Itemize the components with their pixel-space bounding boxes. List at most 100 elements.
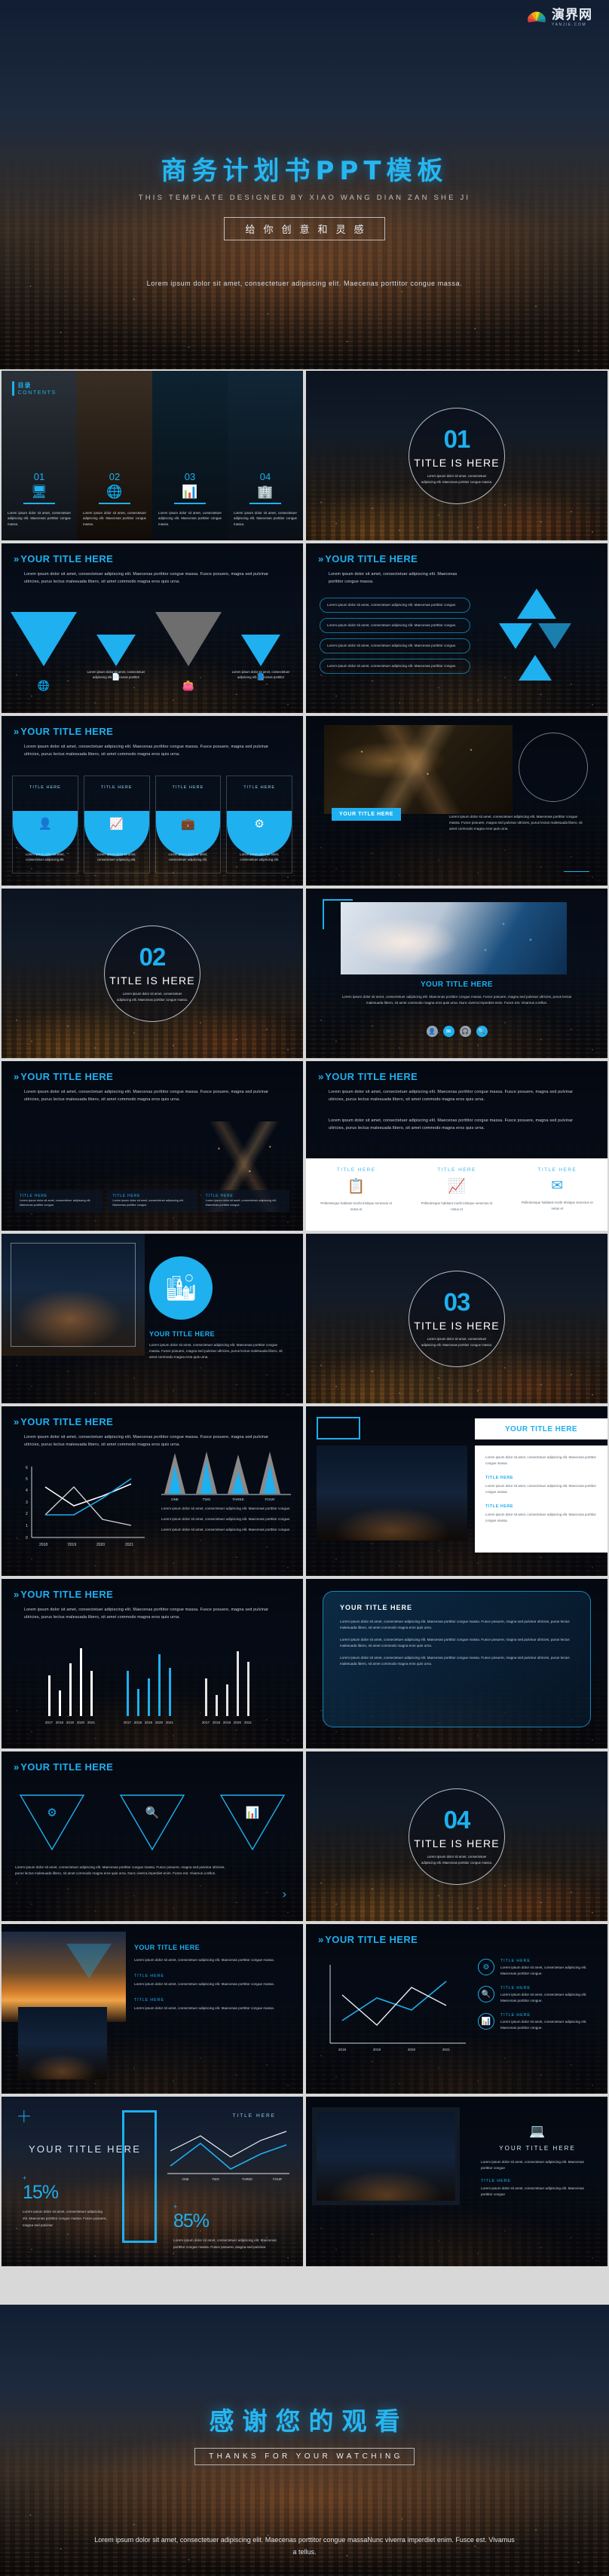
circle-icon-row[interactable]: ⚙ TITLE HERE Lorem ipsum dolor sit amet,… xyxy=(478,1959,597,1977)
contents-column[interactable]: 03 📊 Lorem ipsum dolor sit amet, consect… xyxy=(152,371,228,540)
slide-laptop-panel[interactable]: 💻 YOUR TITLE HERE Lorem ipsum dolor sit … xyxy=(306,2097,607,2266)
chevron-right-icon[interactable]: › xyxy=(283,1888,286,1901)
contents-text: Lorem ipsum dolor sit amet, consectetuer… xyxy=(234,510,297,526)
contents-column[interactable]: 04 🏢 Lorem ipsum dolor sit amet, consect… xyxy=(228,371,303,540)
report-icon: 📊 xyxy=(182,484,198,499)
bar-chart-group: 2017 2018 2019 2020 2021 2017 2018 2019 2020 2… xyxy=(45,1648,252,1724)
search-icon[interactable]: 🔍 xyxy=(476,1026,488,1037)
legend-note: Lorem ipsum dolor sit amet, consectetuer… xyxy=(161,1528,291,1532)
section-number: 03 xyxy=(443,1288,471,1317)
slide-grouped-bar-charts[interactable]: » YOUR TITLE HERE Lorem ipsum dolor sit … xyxy=(2,1579,303,1748)
slide-body-text: Lorem ipsum dolor sit amet, consectetuer… xyxy=(24,1435,269,1447)
slide-section-03[interactable]: 03 TITLE IS HERE Lorem ipsum dolor sit a… xyxy=(306,1234,607,1403)
outline-triangle[interactable]: 📊 xyxy=(216,1791,289,1854)
person-icon[interactable]: 👤 xyxy=(426,1026,438,1037)
photo-card[interactable]: TITLE HERE Lorem ipsum dolor sit amet, c… xyxy=(200,1121,289,1212)
outline-triangle[interactable]: 🔍 xyxy=(116,1791,188,1854)
svg-text:TWO: TWO xyxy=(212,2177,220,2181)
outline-triangle[interactable]: ⚙ xyxy=(16,1791,88,1854)
envelope-icon: ✉ xyxy=(551,1178,564,1194)
triangle-item[interactable]: 👛 xyxy=(155,612,222,691)
right-stat: + 85% Lorem ipsum dolor sit amet, consec… xyxy=(173,2204,286,2250)
process-row[interactable]: Lorem ipsum dolor sit amet, consectetuer… xyxy=(320,618,470,634)
gear-icon: ⚙ xyxy=(254,818,265,831)
triangle-item[interactable]: 📘 Lorem ipsum dolor sit amet, consectetu… xyxy=(228,612,294,681)
outline-triangle-row: ⚙ 🔍 📊 xyxy=(2,1791,303,1854)
slide-title: YOUR TITLE HERE xyxy=(20,1416,114,1427)
card-title: TITLE HERE xyxy=(29,785,61,790)
svg-text:2020: 2020 xyxy=(77,1721,85,1724)
triangle-item[interactable]: 🌐 xyxy=(11,612,77,691)
half-circle-card[interactable]: TITLE HERE ⚙ Lorem ipsum dolor sit amet,… xyxy=(226,776,292,873)
slide-outline-triangles[interactable]: » YOUR TITLE HERE ⚙ 🔍 📊 Lorem ipsum dolo… xyxy=(2,1751,303,1921)
slide-meeting-photo[interactable]: YOUR TITLE HERE Lorem ipsum dolor sit am… xyxy=(306,889,607,1058)
growth-chart-icon: 📈 xyxy=(448,1179,466,1195)
slide-process-diagram[interactable]: » YOUR TITLE HERE Lorem ipsum dolor sit … xyxy=(306,543,607,713)
svg-text:2019: 2019 xyxy=(68,1543,76,1547)
mini-chart-title: TITLE HERE xyxy=(232,2113,276,2119)
photo-card[interactable]: TITLE HERE Lorem ipsum dolor sit amet, c… xyxy=(108,1121,197,1212)
section-number: 01 xyxy=(443,425,471,454)
wallet-icon: 👛 xyxy=(182,680,195,691)
contents-column[interactable]: 02 🌐 Lorem ipsum dolor sit amet, consect… xyxy=(77,371,152,540)
road-photo xyxy=(324,725,513,814)
white-card[interactable]: TITLE HERE 📋 Pellentesque habitant morbi… xyxy=(306,1158,406,1231)
half-circle-card[interactable]: TITLE HERE 📈 Lorem ipsum dolor sit amet,… xyxy=(83,776,150,873)
slide-percentages[interactable]: YOUR TITLE HERE + 15% Lorem ipsum dolor … xyxy=(2,2097,303,2266)
svg-text:🔍: 🔍 xyxy=(145,1805,160,1819)
half-circle-card[interactable]: TITLE HERE 💼 Lorem ipsum dolor sit amet,… xyxy=(155,776,222,873)
svg-text:2018: 2018 xyxy=(134,1721,142,1724)
slide-road-photo[interactable]: YOUR TITLE HERE Lorem ipsum dolor sit am… xyxy=(306,716,607,886)
half-circle-card[interactable]: TITLE HERE 👤 Lorem ipsum dolor sit amet,… xyxy=(12,776,78,873)
section-text: Lorem ipsum dolor sit amet, consectetuer… xyxy=(421,1337,493,1347)
slide-title: YOUR TITLE HERE xyxy=(20,553,114,564)
globe-icon: 🌐 xyxy=(37,680,50,691)
circle-icon-row[interactable]: 📊 TITLE HERE Lorem ipsum dolor sit amet,… xyxy=(478,2013,597,2031)
slide-title-badge: YOUR TITLE HERE xyxy=(332,808,402,821)
card-text: Pellentesque habitant morbi tristique se… xyxy=(320,1201,393,1211)
slide-body-text: Lorem ipsum dolor sit amet, consectetuer… xyxy=(134,1982,275,1987)
headset-icon[interactable]: 🎧 xyxy=(459,1026,471,1037)
contents-column[interactable]: 01 🖥 Lorem ipsum dolor sit amet, consect… xyxy=(2,371,77,540)
slide-title: YOUR TITLE HERE xyxy=(20,1071,114,1082)
card-text: Lorem ipsum dolor sit amet, consectetuer… xyxy=(168,852,208,861)
slide-white-panel[interactable]: YOUR TITLE HERE Lorem ipsum dolor sit am… xyxy=(306,1406,607,1576)
triangle-item[interactable]: 📄 Lorem ipsum dolor sit amet, consectetu… xyxy=(83,612,149,681)
slide-three-white-cards[interactable]: » YOUR TITLE HERE Lorem ipsum dolor sit … xyxy=(306,1061,607,1231)
process-row-text: Lorem ipsum dolor sit amet, consectetuer… xyxy=(327,644,457,648)
slide-photo-strip[interactable]: » YOUR TITLE HERE Lorem ipsum dolor sit … xyxy=(2,1061,303,1231)
svg-text:FOUR: FOUR xyxy=(265,1498,275,1501)
process-row[interactable]: Lorem ipsum dolor sit amet, consectetuer… xyxy=(320,598,470,613)
slide-bridge-emblem[interactable]: 🏙 YOUR TITLE HERE Lorem ipsum dolor sit … xyxy=(2,1234,303,1403)
slide-blue-panel[interactable]: YOUR TITLE HERE Lorem ipsum dolor sit am… xyxy=(306,1579,607,1748)
card-text: Pellentesque habitant morbi tristique se… xyxy=(521,1201,593,1210)
slide-section-04[interactable]: 04 TITLE IS HERE Lorem ipsum dolor sit a… xyxy=(306,1751,607,1921)
contents-number: 04 xyxy=(259,470,271,482)
slide-sunset-photo[interactable]: YOUR TITLE HERE Lorem ipsum dolor sit am… xyxy=(2,1924,303,2094)
slide-chart-and-circles[interactable]: » YOUR TITLE HERE 2018 2019 2020 2021 ⚙ TI… xyxy=(306,1924,607,2094)
svg-text:0: 0 xyxy=(26,1536,28,1540)
chart-icon: 📈 xyxy=(109,818,124,831)
white-card[interactable]: TITLE HERE 📈 Pellentesque habitant morbi… xyxy=(406,1158,506,1231)
mail-icon[interactable]: ✉ xyxy=(442,1026,454,1037)
slide-title: YOUR TITLE HERE xyxy=(325,1934,418,1945)
search-icon: 🔍 xyxy=(478,1986,494,2003)
white-card[interactable]: TITLE HERE ✉ Pellentesque habitant morbi… xyxy=(507,1158,607,1231)
contents-columns: 01 🖥 Lorem ipsum dolor sit amet, consect… xyxy=(2,371,303,540)
photo-card[interactable]: TITLE HERE Lorem ipsum dolor sit amet, c… xyxy=(15,1121,104,1212)
slide-half-circle-cards[interactable]: » YOUR TITLE HERE Lorem ipsum dolor sit … xyxy=(2,716,303,886)
sub-title: TITLE HERE xyxy=(134,1998,164,2003)
chevron-right-icon: » xyxy=(318,1934,323,1945)
process-row[interactable]: Lorem ipsum dolor sit amet, consectetuer… xyxy=(320,638,470,654)
accent-rect xyxy=(317,1417,360,1439)
slide-triangle-icons[interactable]: » YOUR TITLE HERE Lorem ipsum dolor sit … xyxy=(2,543,303,713)
svg-text:2021: 2021 xyxy=(166,1721,174,1724)
slide-contents[interactable]: 01 🖥 Lorem ipsum dolor sit amet, consect… xyxy=(2,371,303,540)
slide-line-and-triangle-charts[interactable]: » YOUR TITLE HERE Lorem ipsum dolor sit … xyxy=(2,1406,303,1576)
slide-section-02[interactable]: 02 TITLE IS HERE Lorem ipsum dolor sit a… xyxy=(2,889,303,1058)
circle-icon-row[interactable]: 🔍 TITLE HERE Lorem ipsum dolor sit amet,… xyxy=(478,1986,597,2004)
slide-section-01[interactable]: 01 TITLE IS HERE Lorem ipsum dolor sit a… xyxy=(306,371,607,540)
process-row[interactable]: Lorem ipsum dolor sit amet, consectetuer… xyxy=(320,659,470,675)
svg-text:2021: 2021 xyxy=(125,1543,133,1547)
contents-number: 01 xyxy=(33,470,45,482)
